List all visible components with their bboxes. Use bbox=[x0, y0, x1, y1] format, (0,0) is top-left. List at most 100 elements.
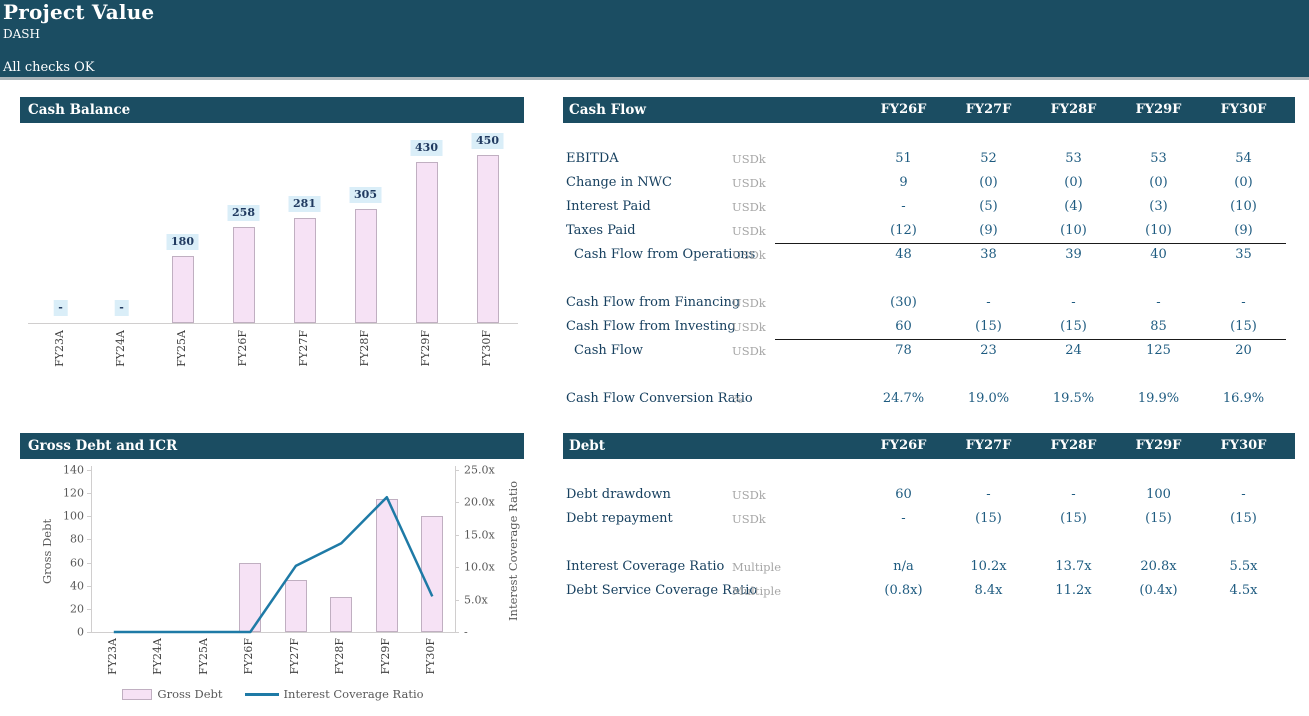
row-value: - bbox=[861, 195, 946, 219]
year-column-header: FY29F bbox=[1116, 433, 1201, 459]
page-subtitle: DASH bbox=[3, 27, 40, 41]
x-axis-label: FY26F bbox=[236, 330, 249, 367]
row-value: 53 bbox=[1116, 147, 1201, 171]
row-value: - bbox=[1201, 483, 1286, 507]
row-value: (0.8x) bbox=[861, 579, 946, 603]
table-row: Debt repaymentUSDk-(15)(15)(15)(15) bbox=[563, 507, 1295, 531]
subtotal-rule bbox=[775, 243, 1286, 244]
x-axis-line bbox=[28, 323, 518, 324]
row-unit: Multiple bbox=[732, 579, 861, 603]
row-label: EBITDA bbox=[563, 147, 732, 171]
table-row: Debt drawdownUSDk60--100- bbox=[563, 483, 1295, 507]
row-unit: USDk bbox=[732, 195, 861, 219]
icr-line-swatch bbox=[245, 693, 279, 696]
legend-label: Interest Coverage Ratio bbox=[284, 687, 424, 701]
row-label: Interest Paid bbox=[563, 195, 732, 219]
row-value: 35 bbox=[1201, 243, 1286, 267]
chart-legend: Gross DebtInterest Coverage Ratio bbox=[91, 687, 455, 701]
year-column-header: FY29F bbox=[1116, 97, 1201, 123]
row-value: (15) bbox=[1116, 507, 1201, 531]
x-axis-label: FY27F bbox=[297, 330, 310, 367]
debt-table-title: Debt bbox=[563, 433, 861, 459]
value-chip: 258 bbox=[227, 205, 260, 221]
row-value: (0) bbox=[1201, 171, 1286, 195]
bar bbox=[172, 256, 194, 323]
row-value: (15) bbox=[946, 507, 1031, 531]
row-value: 125 bbox=[1116, 339, 1201, 363]
row-label: Taxes Paid bbox=[563, 219, 732, 243]
year-column-header: FY28F bbox=[1031, 433, 1116, 459]
x-axis-label: FY25A bbox=[175, 330, 188, 367]
row-value: - bbox=[1116, 291, 1201, 315]
row-value: - bbox=[946, 483, 1031, 507]
row-value: 5.5x bbox=[1201, 555, 1286, 579]
row-value: 60 bbox=[861, 483, 946, 507]
row-value: (15) bbox=[1201, 315, 1286, 339]
row-value: 9 bbox=[861, 171, 946, 195]
row-value: (30) bbox=[861, 291, 946, 315]
row-unit: Multiple bbox=[732, 555, 861, 579]
row-value: 19.9% bbox=[1116, 387, 1201, 411]
gross-debt-icr-panel-title: Gross Debt and ICR bbox=[20, 433, 524, 459]
row-label: Debt repayment bbox=[563, 507, 732, 531]
table-row: Cash Flow from FinancingUSDk(30)---- bbox=[563, 291, 1295, 315]
table-row: Cash Flow from OperationsUSDk4838394035 bbox=[563, 243, 1295, 267]
row-unit: USDk bbox=[732, 483, 861, 507]
bar bbox=[355, 209, 377, 323]
cash-balance-panel: Cash Balance -FY23A-FY24A180FY25A258FY26… bbox=[20, 97, 524, 387]
row-value: 52 bbox=[946, 147, 1031, 171]
row-value: (0) bbox=[1116, 171, 1201, 195]
row-value: (3) bbox=[1116, 195, 1201, 219]
row-value: - bbox=[861, 507, 946, 531]
bar bbox=[294, 218, 316, 323]
icr-line-svg bbox=[20, 459, 524, 709]
row-unit: % bbox=[732, 387, 861, 411]
row-value: 16.9% bbox=[1201, 387, 1286, 411]
debt-table: Debt FY26FFY27FFY28FFY29FFY30F Debt draw… bbox=[563, 433, 1295, 603]
row-value: (0) bbox=[1031, 171, 1116, 195]
row-label: Change in NWC bbox=[563, 171, 732, 195]
row-value: (15) bbox=[1031, 507, 1116, 531]
year-column-header: FY26F bbox=[861, 97, 946, 123]
row-value: 40 bbox=[1116, 243, 1201, 267]
row-unit: USDk bbox=[732, 171, 861, 195]
debt-table-header: Debt FY26FFY27FFY28FFY29FFY30F bbox=[563, 433, 1295, 459]
row-unit: USDk bbox=[732, 147, 861, 171]
value-chip: 305 bbox=[349, 187, 382, 203]
row-value: 24 bbox=[1031, 339, 1116, 363]
bar bbox=[416, 162, 438, 323]
table-row: Cash Flow Conversion Ratio%24.7%19.0%19.… bbox=[563, 387, 1295, 411]
row-value: - bbox=[1031, 483, 1116, 507]
row-value: 54 bbox=[1201, 147, 1286, 171]
spacer-row bbox=[563, 531, 1295, 555]
row-unit: USDk bbox=[732, 291, 861, 315]
row-value: (12) bbox=[861, 219, 946, 243]
table-row: Taxes PaidUSDk(12)(9)(10)(10)(9) bbox=[563, 219, 1295, 243]
row-value: - bbox=[1031, 291, 1116, 315]
icr-line bbox=[114, 497, 433, 632]
row-value: 48 bbox=[861, 243, 946, 267]
row-value: - bbox=[946, 291, 1031, 315]
row-value: (15) bbox=[946, 315, 1031, 339]
row-value: (4) bbox=[1031, 195, 1116, 219]
cash-flow-table-body: EBITDAUSDk5152535354Change in NWCUSDk9(0… bbox=[563, 123, 1295, 411]
row-value: 60 bbox=[861, 315, 946, 339]
value-chip: 180 bbox=[166, 234, 199, 250]
row-label: Cash Flow from Financing bbox=[563, 291, 732, 315]
row-value: (15) bbox=[1031, 315, 1116, 339]
row-value: 13.7x bbox=[1031, 555, 1116, 579]
row-value: 20.8x bbox=[1116, 555, 1201, 579]
row-value: (15) bbox=[1201, 507, 1286, 531]
row-value: 100 bbox=[1116, 483, 1201, 507]
row-value: 23 bbox=[946, 339, 1031, 363]
row-value: 19.5% bbox=[1031, 387, 1116, 411]
row-value: 53 bbox=[1031, 147, 1116, 171]
row-value: (0.4x) bbox=[1116, 579, 1201, 603]
year-column-header: FY27F bbox=[946, 97, 1031, 123]
row-label: Cash Flow Conversion Ratio bbox=[563, 387, 732, 411]
row-label: Interest Coverage Ratio bbox=[563, 555, 732, 579]
gross-debt-icr-panel: Gross Debt and ICR 020406080100120140-5.… bbox=[20, 433, 524, 709]
debt-table-body: Debt drawdownUSDk60--100-Debt repaymentU… bbox=[563, 459, 1295, 603]
row-unit: USDk bbox=[732, 243, 861, 267]
value-chip: 450 bbox=[471, 133, 504, 149]
